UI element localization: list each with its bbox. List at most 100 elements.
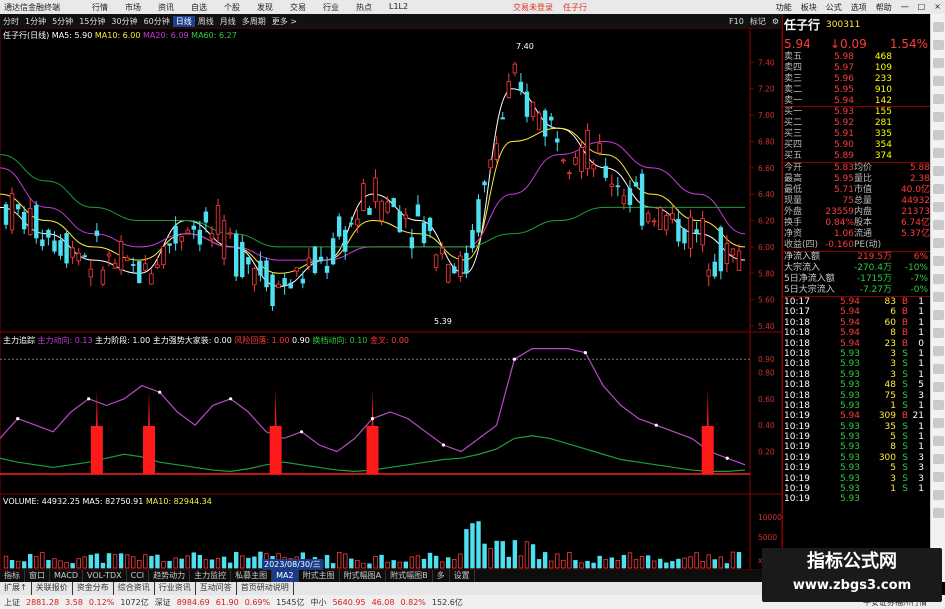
sidebar-button[interactable] bbox=[933, 418, 944, 428]
period-tab[interactable]: 月线 bbox=[217, 16, 239, 27]
period-tab[interactable]: 周线 bbox=[195, 16, 217, 27]
tab-settings[interactable]: 设置 bbox=[450, 570, 475, 582]
menu-sector[interactable]: 板块 bbox=[801, 2, 817, 13]
period-tab[interactable]: 30分钟 bbox=[108, 16, 140, 27]
bottom-tab[interactable]: 首页研动说明 bbox=[237, 582, 294, 595]
sidebar-button[interactable] bbox=[933, 346, 944, 356]
sidebar-button[interactable] bbox=[933, 22, 944, 32]
f10-button[interactable]: F10 bbox=[726, 17, 747, 26]
sidebar-button[interactable] bbox=[933, 382, 944, 392]
bottom-tab[interactable]: 行业资讯 bbox=[155, 582, 196, 595]
tab-test-a[interactable]: 附式幅图A bbox=[340, 570, 387, 582]
sidebar-button[interactable] bbox=[933, 130, 944, 140]
sidebar-button[interactable] bbox=[933, 292, 944, 302]
ask-row[interactable]: 卖一 5.94 142 bbox=[783, 96, 930, 107]
flow-row: 大宗流入 -270.4万 -10% bbox=[783, 263, 930, 274]
sidebar-button[interactable] bbox=[933, 166, 944, 176]
period-tab[interactable]: 60分钟 bbox=[141, 16, 173, 27]
volume-bar bbox=[106, 553, 112, 569]
menu-function[interactable]: 功能 bbox=[776, 2, 792, 13]
sidebar-button[interactable] bbox=[933, 112, 944, 122]
menu-item[interactable]: 资讯 bbox=[158, 2, 174, 13]
close-button[interactable]: × bbox=[934, 2, 941, 13]
volume-bar bbox=[524, 541, 530, 569]
sidebar-button[interactable] bbox=[933, 202, 944, 212]
sidebar-button[interactable] bbox=[933, 436, 944, 446]
settings-icon[interactable]: ⚙ bbox=[769, 17, 782, 26]
menu-item[interactable]: 行业 bbox=[323, 2, 339, 13]
sidebar-button[interactable] bbox=[933, 94, 944, 104]
ask-row[interactable]: 卖五 5.98 468 bbox=[783, 52, 930, 63]
period-tab[interactable]: 分时 bbox=[0, 16, 22, 27]
menu-item[interactable]: 热点 bbox=[356, 2, 372, 13]
mark-button[interactable]: 标记 bbox=[747, 16, 769, 27]
tick-time: 10:19 bbox=[784, 421, 810, 432]
candle-body bbox=[476, 199, 481, 233]
menu-item[interactable]: L1L2 bbox=[389, 2, 408, 13]
sidebar-button[interactable] bbox=[933, 148, 944, 158]
tab-trend[interactable]: 趋势动力 bbox=[149, 570, 191, 582]
stat-row: 外盘 23559 内盘 21373 bbox=[783, 207, 930, 218]
period-tab[interactable]: 1分钟 bbox=[22, 16, 49, 27]
tick-row: 10:19 5.93 5 S 1 bbox=[783, 432, 930, 442]
menu-item[interactable]: 市场 bbox=[125, 2, 141, 13]
tab-more[interactable]: 多 bbox=[433, 570, 450, 582]
sidebar-button[interactable] bbox=[933, 58, 944, 68]
menu-item[interactable]: 行情 bbox=[92, 2, 108, 13]
bid-row[interactable]: 买五 5.89 374 bbox=[783, 151, 930, 162]
menu-item[interactable]: 个股 bbox=[224, 2, 240, 13]
bottom-tab[interactable]: 互动问答 bbox=[196, 582, 237, 595]
tab-ma2[interactable]: MA2 bbox=[272, 570, 299, 582]
tab-macd[interactable]: MACD bbox=[50, 570, 83, 582]
tab-test-b[interactable]: 附式幅图B bbox=[386, 570, 433, 582]
tab-window[interactable]: 窗口 bbox=[25, 570, 50, 582]
minimize-button[interactable]: 一 bbox=[901, 2, 909, 13]
tab-test-main[interactable]: 附式主图 bbox=[299, 570, 340, 582]
menu-options[interactable]: 选项 bbox=[851, 2, 867, 13]
sidebar-button[interactable] bbox=[933, 220, 944, 230]
sidebar-button[interactable] bbox=[933, 508, 944, 518]
bid-row[interactable]: 买三 5.91 335 bbox=[783, 129, 930, 140]
menu-formula[interactable]: 公式 bbox=[826, 2, 842, 13]
menu-help[interactable]: 帮助 bbox=[876, 2, 892, 13]
period-tab[interactable]: 5分钟 bbox=[49, 16, 76, 27]
period-tab[interactable]: 多周期 bbox=[239, 16, 269, 27]
bid-row[interactable]: 买一 5.93 155 bbox=[783, 107, 930, 118]
tab-private[interactable]: 私募主图 bbox=[231, 570, 273, 582]
tab-indicator[interactable]: 指标 bbox=[0, 570, 25, 582]
sidebar-button[interactable] bbox=[933, 76, 944, 86]
sidebar-button[interactable] bbox=[933, 472, 944, 482]
sidebar-button[interactable] bbox=[933, 310, 944, 320]
sidebar-button[interactable] bbox=[933, 274, 944, 284]
sidebar-button[interactable] bbox=[933, 400, 944, 410]
sidebar-button[interactable] bbox=[933, 364, 944, 374]
sidebar-button[interactable] bbox=[933, 490, 944, 500]
bid-row[interactable]: 买二 5.92 281 bbox=[783, 118, 930, 129]
tab-vol[interactable]: VOL-TDX bbox=[83, 570, 127, 582]
bottom-tab[interactable]: 综合资讯 bbox=[114, 582, 155, 595]
bid-row[interactable]: 买四 5.90 354 bbox=[783, 140, 930, 151]
sidebar-button[interactable] bbox=[933, 328, 944, 338]
ask-row[interactable]: 卖三 5.96 233 bbox=[783, 74, 930, 85]
bottom-tab[interactable]: 扩展↑ bbox=[0, 582, 32, 595]
period-tab[interactable]: 15分钟 bbox=[76, 16, 108, 27]
menu-item[interactable]: 交易 bbox=[290, 2, 306, 13]
sidebar-button[interactable] bbox=[933, 184, 944, 194]
menu-item[interactable]: 发现 bbox=[257, 2, 273, 13]
ask-row[interactable]: 卖二 5.95 910 bbox=[783, 85, 930, 96]
sidebar-button[interactable] bbox=[933, 454, 944, 464]
bottom-tab[interactable]: 关联报价 bbox=[32, 582, 73, 595]
period-tab-active[interactable]: 日线 bbox=[172, 15, 195, 27]
maximize-button[interactable]: □ bbox=[918, 2, 926, 13]
sidebar-button[interactable] bbox=[933, 40, 944, 50]
sidebar-button[interactable] bbox=[933, 256, 944, 266]
ask-row[interactable]: 卖四 5.97 109 bbox=[783, 63, 930, 74]
sidebar-button[interactable] bbox=[933, 238, 944, 248]
volume-bar bbox=[682, 557, 687, 569]
menu-item[interactable]: 自选 bbox=[191, 2, 207, 13]
tab-cci[interactable]: CCI bbox=[127, 570, 150, 582]
bottom-tab[interactable]: 资金分布 bbox=[73, 582, 114, 595]
tab-monitor[interactable]: 主力监控 bbox=[190, 570, 232, 582]
more-periods-button[interactable]: 更多 > bbox=[269, 16, 300, 27]
login-status[interactable]: 交易未登录 bbox=[513, 2, 553, 13]
